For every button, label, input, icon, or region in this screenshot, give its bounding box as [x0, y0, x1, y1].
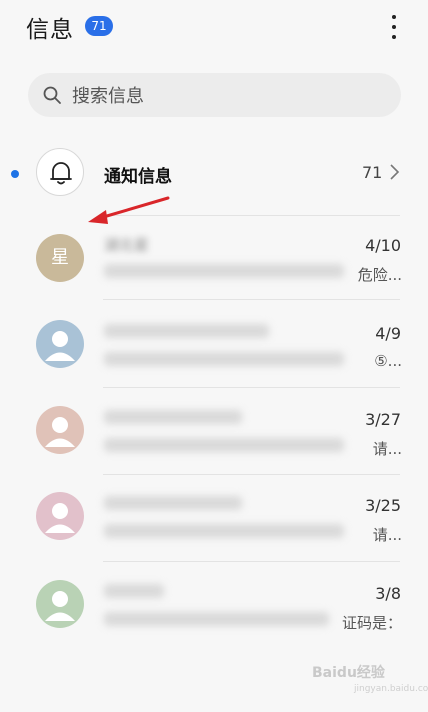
sender-name — [104, 410, 242, 424]
message-preview — [104, 264, 344, 278]
person-icon — [45, 417, 75, 447]
person-icon — [45, 331, 75, 361]
preview-tail: ⑤... — [374, 352, 402, 370]
preview-tail: 请... — [372, 526, 402, 544]
divider — [103, 387, 400, 388]
sender-name: 湖北星 — [104, 236, 150, 254]
message-preview — [104, 524, 344, 538]
message-preview — [104, 612, 329, 626]
annotation-arrow-icon — [88, 196, 170, 224]
search-bar[interactable] — [28, 73, 401, 117]
sender-name — [104, 584, 164, 598]
unread-dot — [11, 170, 19, 178]
avatar — [36, 580, 84, 628]
bell-icon — [50, 162, 72, 185]
message-row[interactable]: 4/9 ⑤... — [0, 310, 428, 394]
notifications-count: 71 — [362, 163, 383, 182]
message-date: 4/10 — [365, 236, 401, 255]
more-options-icon[interactable] — [384, 12, 404, 42]
sender-name — [104, 496, 242, 510]
avatar-initial: 星 — [51, 247, 69, 268]
notifications-label: 通知信息 — [104, 167, 172, 187]
message-date: 4/9 — [375, 324, 401, 343]
message-row[interactable]: 3/27 请... — [0, 396, 428, 480]
search-icon — [43, 86, 61, 104]
message-preview — [104, 438, 344, 452]
divider — [103, 474, 400, 475]
message-row[interactable]: 3/8 证码是： — [0, 570, 428, 654]
message-date: 3/25 — [365, 496, 401, 515]
notification-avatar — [36, 148, 84, 196]
message-row[interactable]: 星 湖北星 4/10 危险... — [0, 224, 428, 308]
sender-name — [104, 324, 269, 338]
baidu-watermark-url: jingyan.baidu.com — [354, 684, 428, 694]
person-icon — [45, 591, 75, 621]
avatar — [36, 406, 84, 454]
notifications-row[interactable]: 通知信息 71 — [0, 142, 428, 210]
chevron-right-icon — [390, 164, 400, 180]
preview-tail: 请... — [372, 440, 402, 458]
avatar — [36, 492, 84, 540]
message-row[interactable]: 3/25 请... — [0, 482, 428, 566]
message-preview — [104, 352, 344, 366]
divider — [103, 561, 400, 562]
divider — [103, 299, 400, 300]
message-date: 3/27 — [365, 410, 401, 429]
message-date: 3/8 — [375, 584, 401, 603]
avatar: 星 — [36, 234, 84, 282]
person-icon — [45, 503, 75, 533]
preview-tail: 危险... — [357, 266, 402, 284]
header: 信息 71 — [0, 0, 428, 60]
preview-tail: 证码是： — [341, 614, 402, 632]
page-title: 信息 — [26, 17, 74, 43]
search-input[interactable] — [70, 79, 374, 113]
avatar — [36, 320, 84, 368]
baidu-watermark: Baidu经验 — [312, 665, 385, 681]
unread-count-badge: 71 — [85, 16, 113, 36]
